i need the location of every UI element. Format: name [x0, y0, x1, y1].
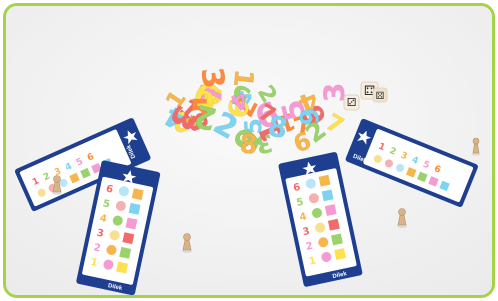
number-piece: 1 — [227, 68, 259, 89]
die-2: ⚂ — [343, 94, 360, 111]
die-face: ⚄ — [376, 91, 385, 102]
number-piece: 8 — [239, 130, 259, 161]
number-piece: 6 — [293, 106, 324, 127]
number-piece: 3 — [194, 66, 231, 91]
image-frame: Dilek 1 2 3 4 5 6 Dilek 6 5 4 3 2 1 Dile… — [0, 0, 498, 301]
die-3: ⚄ — [372, 87, 388, 103]
die-face: ⚂ — [347, 96, 357, 109]
product-photo: Dilek 1 2 3 4 5 6 Dilek 6 5 4 3 2 1 Dile… — [3, 3, 495, 298]
scene: Dilek 1 2 3 4 5 6 Dilek 6 5 4 3 2 1 Dile… — [6, 6, 492, 295]
